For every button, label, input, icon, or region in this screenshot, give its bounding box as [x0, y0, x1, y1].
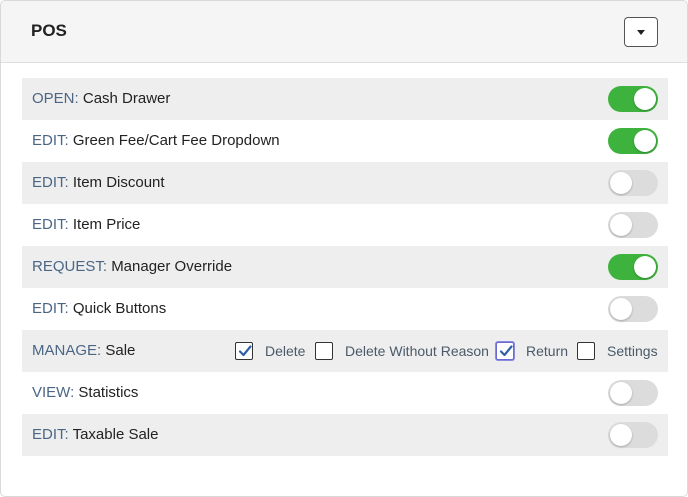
checkbox-delete-without-reason[interactable] — [315, 342, 333, 360]
permission-name: Cash Drawer — [82, 90, 171, 107]
permission-name: Taxable Sale — [72, 426, 159, 443]
pos-permissions-panel: POS OPEN: Cash Drawer EDIT: Green Fee/Ca… — [0, 0, 688, 497]
toggle-open-cash-drawer[interactable] — [608, 86, 658, 112]
permission-label: EDIT: Item Price — [32, 204, 140, 246]
toggle-knob — [610, 382, 632, 404]
permission-label: MANAGE: Sale — [32, 330, 135, 372]
checkbox-settings[interactable] — [577, 342, 595, 360]
permission-verb: OPEN: — [32, 90, 79, 107]
permission-name: Sale — [105, 342, 136, 359]
toggle-edit-item-discount[interactable] — [608, 170, 658, 196]
permission-verb: EDIT: — [32, 300, 69, 317]
toggle-request-manager-override[interactable] — [608, 254, 658, 280]
toggle-knob — [610, 214, 632, 236]
permission-label: EDIT: Taxable Sale — [32, 414, 159, 456]
checkbox-label-return: Return — [526, 343, 569, 359]
permission-label: EDIT: Green Fee/Cart Fee Dropdown — [32, 120, 280, 162]
toggle-knob — [634, 256, 656, 278]
permission-row-edit-green-fee-cart-fee-dropdown: EDIT: Green Fee/Cart Fee Dropdown — [22, 120, 668, 162]
permission-row-open-cash-drawer: OPEN: Cash Drawer — [22, 78, 668, 120]
toggle-edit-taxable-sale[interactable] — [608, 422, 658, 448]
permission-name: Quick Buttons — [72, 300, 167, 317]
permission-row-view-statistics: VIEW: Statistics — [22, 372, 668, 414]
permission-verb: MANAGE: — [32, 342, 102, 359]
permission-verb: REQUEST: — [32, 258, 108, 275]
permission-list: OPEN: Cash Drawer EDIT: Green Fee/Cart F… — [22, 78, 668, 456]
checkmark-icon — [499, 345, 513, 357]
toggle-knob — [634, 88, 656, 110]
toggle-knob — [610, 298, 632, 320]
panel-title: POS — [31, 21, 67, 40]
permission-label: EDIT: Item Discount — [32, 162, 165, 204]
permission-row-edit-item-price: EDIT: Item Price — [22, 204, 668, 246]
permission-name: Statistics — [78, 384, 139, 401]
permission-row-edit-item-discount: EDIT: Item Discount — [22, 162, 668, 204]
panel-dropdown-button[interactable] — [624, 17, 658, 47]
toggle-knob — [610, 424, 632, 446]
toggle-view-statistics[interactable] — [608, 380, 658, 406]
checkbox-label-settings: Settings — [607, 343, 658, 359]
caret-down-icon — [637, 29, 645, 35]
permission-label: VIEW: Statistics — [32, 372, 138, 414]
checkbox-label-delete: Delete — [265, 343, 306, 359]
permission-row-request-manager-override: REQUEST: Manager Override — [22, 246, 668, 288]
toggle-knob — [634, 130, 656, 152]
permission-verb: EDIT: — [32, 216, 69, 233]
permission-row-edit-quick-buttons: EDIT: Quick Buttons — [22, 288, 668, 330]
permission-label: EDIT: Quick Buttons — [32, 288, 166, 330]
panel-header: POS — [1, 1, 687, 63]
permission-verb: EDIT: — [32, 426, 69, 443]
checkbox-label-delete-without-reason: Delete Without Reason — [345, 343, 489, 359]
permission-verb: EDIT: — [32, 132, 69, 149]
permission-name: Item Price — [72, 216, 141, 233]
toggle-edit-quick-buttons[interactable] — [608, 296, 658, 322]
toggle-knob — [610, 172, 632, 194]
permission-label: OPEN: Cash Drawer — [32, 78, 170, 120]
permission-label: REQUEST: Manager Override — [32, 246, 232, 288]
permission-row-manage-sale: MANAGE: Sale Delete Delete Without Reaso… — [22, 330, 668, 372]
checkbox-delete[interactable] — [235, 342, 253, 360]
permission-verb: VIEW: — [32, 384, 75, 401]
permission-row-edit-taxable-sale: EDIT: Taxable Sale — [22, 414, 668, 456]
permission-name: Green Fee/Cart Fee Dropdown — [72, 132, 280, 149]
toggle-edit-item-price[interactable] — [608, 212, 658, 238]
permission-name: Manager Override — [111, 258, 233, 275]
checkmark-icon — [238, 345, 252, 357]
checkbox-return[interactable] — [496, 342, 514, 360]
permission-verb: EDIT: — [32, 174, 69, 191]
permission-name: Item Discount — [72, 174, 165, 191]
toggle-edit-green-fee-cart-fee-dropdown[interactable] — [608, 128, 658, 154]
